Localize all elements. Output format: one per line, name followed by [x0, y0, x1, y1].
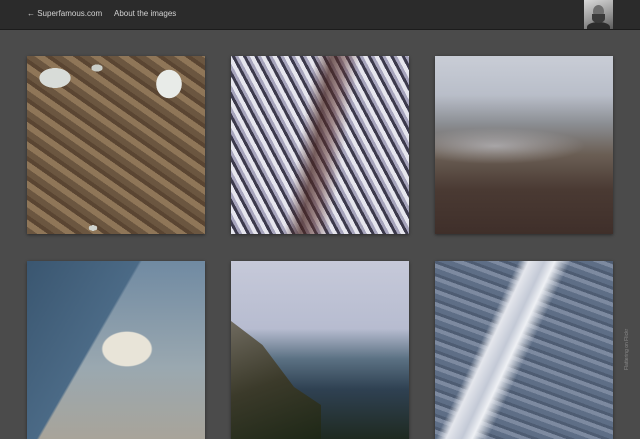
flickr-credit-link[interactable]: Flattering on Flickr: [624, 329, 630, 370]
photo-river-valley[interactable]: [435, 261, 613, 439]
photo-snow-ridges[interactable]: [231, 56, 409, 234]
photo-coastline-cliffs[interactable]: [231, 261, 409, 439]
top-navigation-bar: ← Superfamous.com About the images: [0, 0, 640, 30]
photo-coast-surf[interactable]: [27, 261, 205, 439]
avatar-shoulders: [587, 22, 610, 29]
avatar-beard: [592, 14, 605, 23]
about-images-link[interactable]: About the images: [114, 9, 176, 18]
back-link[interactable]: ← Superfamous.com: [27, 9, 102, 18]
avatar[interactable]: [584, 0, 613, 29]
photo-mountains-haze[interactable]: [435, 56, 613, 234]
photo-aerial-farmland[interactable]: [27, 56, 205, 234]
